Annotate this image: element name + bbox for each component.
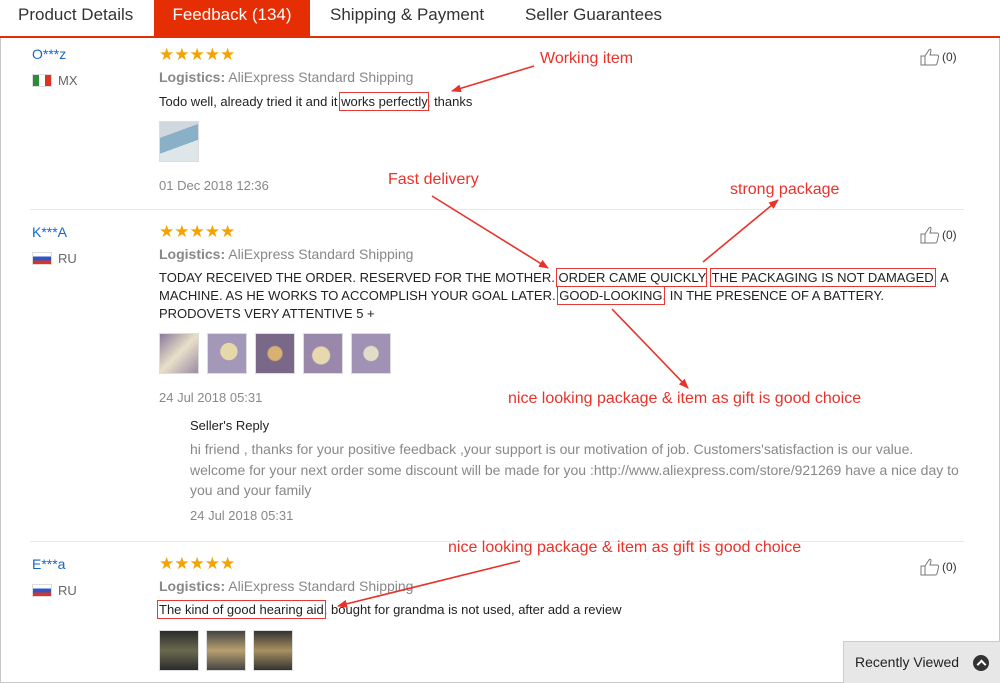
logistics-info: Logistics: AliExpress Standard Shipping — [159, 578, 413, 594]
buyer-name[interactable]: O***z — [32, 46, 66, 62]
chevron-up-icon — [973, 655, 989, 671]
helpful-count: (0) — [942, 228, 957, 242]
highlight-packaging-not-damaged: THE PACKAGING IS NOT DAMAGED — [709, 268, 936, 287]
helpful-button[interactable]: (0) — [920, 558, 957, 576]
highlight-good-hearing-aid: The kind of good hearing aid — [157, 600, 326, 619]
thumb-up-icon — [920, 48, 940, 66]
review-photo[interactable] — [207, 333, 247, 374]
highlight-works-perfectly: works perfectly — [339, 92, 429, 111]
review-text: Todo well, already tried it and it works… — [159, 92, 949, 111]
helpful-button[interactable]: (0) — [920, 226, 957, 244]
helpful-count: (0) — [942, 50, 957, 64]
review-date: 01 Dec 2018 12:36 — [159, 178, 269, 193]
review-text-part: , thanks — [426, 94, 473, 109]
buyer-country: RU — [32, 251, 77, 266]
review-text-part: , bought for grandma is not used, after … — [323, 602, 622, 617]
buyer-name[interactable]: K***A — [32, 224, 67, 240]
annotation-working-item: Working item — [540, 50, 634, 67]
annotation-fast-delivery: Fast delivery — [388, 171, 479, 188]
review-photo[interactable] — [159, 333, 199, 374]
review-text-part: Todo well, already tried it and it — [159, 94, 342, 109]
russia-flag-icon — [32, 584, 52, 597]
russia-flag-icon — [32, 252, 52, 265]
country-code: RU — [58, 251, 77, 266]
logistics-info: Logistics: AliExpress Standard Shipping — [159, 69, 413, 85]
review-photos — [159, 630, 293, 671]
country-code: RU — [58, 583, 77, 598]
review-photo[interactable] — [303, 333, 343, 374]
logistics-label: Logistics: — [159, 246, 226, 262]
annotation-strong-package: strong package — [730, 181, 840, 198]
review-photo[interactable] — [159, 630, 199, 671]
review-photo[interactable] — [255, 333, 295, 374]
logistics-value: AliExpress Standard Shipping — [228, 69, 414, 85]
buyer-country: MX — [32, 73, 78, 88]
logistics-label: Logistics: — [159, 578, 226, 594]
recently-viewed-button[interactable]: Recently Viewed — [843, 641, 1000, 683]
seller-reply-title: Seller's Reply — [190, 418, 270, 433]
star-rating: ★★★★★ — [159, 45, 236, 64]
annotation-nice-looking: nice looking package & item as gift is g… — [508, 390, 862, 407]
review-photos — [159, 333, 391, 374]
logistics-value: AliExpress Standard Shipping — [228, 246, 414, 262]
tab-product-details[interactable]: Product Details — [18, 0, 133, 36]
star-rating: ★★★★★ — [159, 554, 236, 573]
country-code: MX — [58, 73, 78, 88]
annotation-nice-looking: nice looking package & item as gift is g… — [448, 539, 802, 556]
review-photos — [159, 121, 199, 162]
logistics-label: Logistics: — [159, 69, 226, 85]
tab-bar: Product Details Feedback (134) Shipping … — [0, 0, 1000, 38]
highlight-order-came-quickly: ORDER CAME QUICKLY — [556, 268, 707, 287]
review-date: 24 Jul 2018 05:31 — [159, 390, 263, 405]
review-text-part: TODAY RECEIVED THE ORDER. RESERVED FOR T… — [159, 270, 559, 285]
buyer-country: RU — [32, 583, 77, 598]
tab-shipping-payment[interactable]: Shipping & Payment — [330, 0, 484, 36]
buyer-name[interactable]: E***a — [32, 556, 65, 572]
highlight-good-looking: GOOD-LOOKING — [557, 286, 665, 305]
logistics-info: Logistics: AliExpress Standard Shipping — [159, 246, 413, 262]
tab-feedback[interactable]: Feedback (134) — [154, 0, 310, 38]
review-text-part: , — [704, 270, 712, 285]
seller-reply-date: 24 Jul 2018 05:31 — [190, 508, 294, 523]
tab-seller-guarantees[interactable]: Seller Guarantees — [525, 0, 662, 36]
review-text: The kind of good hearing aid, bought for… — [157, 600, 949, 619]
review-photo[interactable] — [206, 630, 246, 671]
star-rating: ★★★★★ — [159, 222, 236, 241]
recently-viewed-label: Recently Viewed — [855, 654, 960, 670]
helpful-count: (0) — [942, 560, 957, 574]
review-photo[interactable] — [351, 333, 391, 374]
review-text: TODAY RECEIVED THE ORDER. RESERVED FOR T… — [159, 268, 949, 323]
review-photo[interactable] — [253, 630, 293, 671]
review-divider — [30, 209, 964, 210]
review-photo[interactable] — [159, 121, 199, 162]
helpful-button[interactable]: (0) — [920, 48, 957, 66]
mexico-flag-icon — [32, 74, 52, 87]
logistics-value: AliExpress Standard Shipping — [228, 578, 414, 594]
seller-reply-text: hi friend , thanks for your positive fee… — [190, 441, 959, 498]
thumb-up-icon — [920, 558, 940, 576]
thumb-up-icon — [920, 226, 940, 244]
